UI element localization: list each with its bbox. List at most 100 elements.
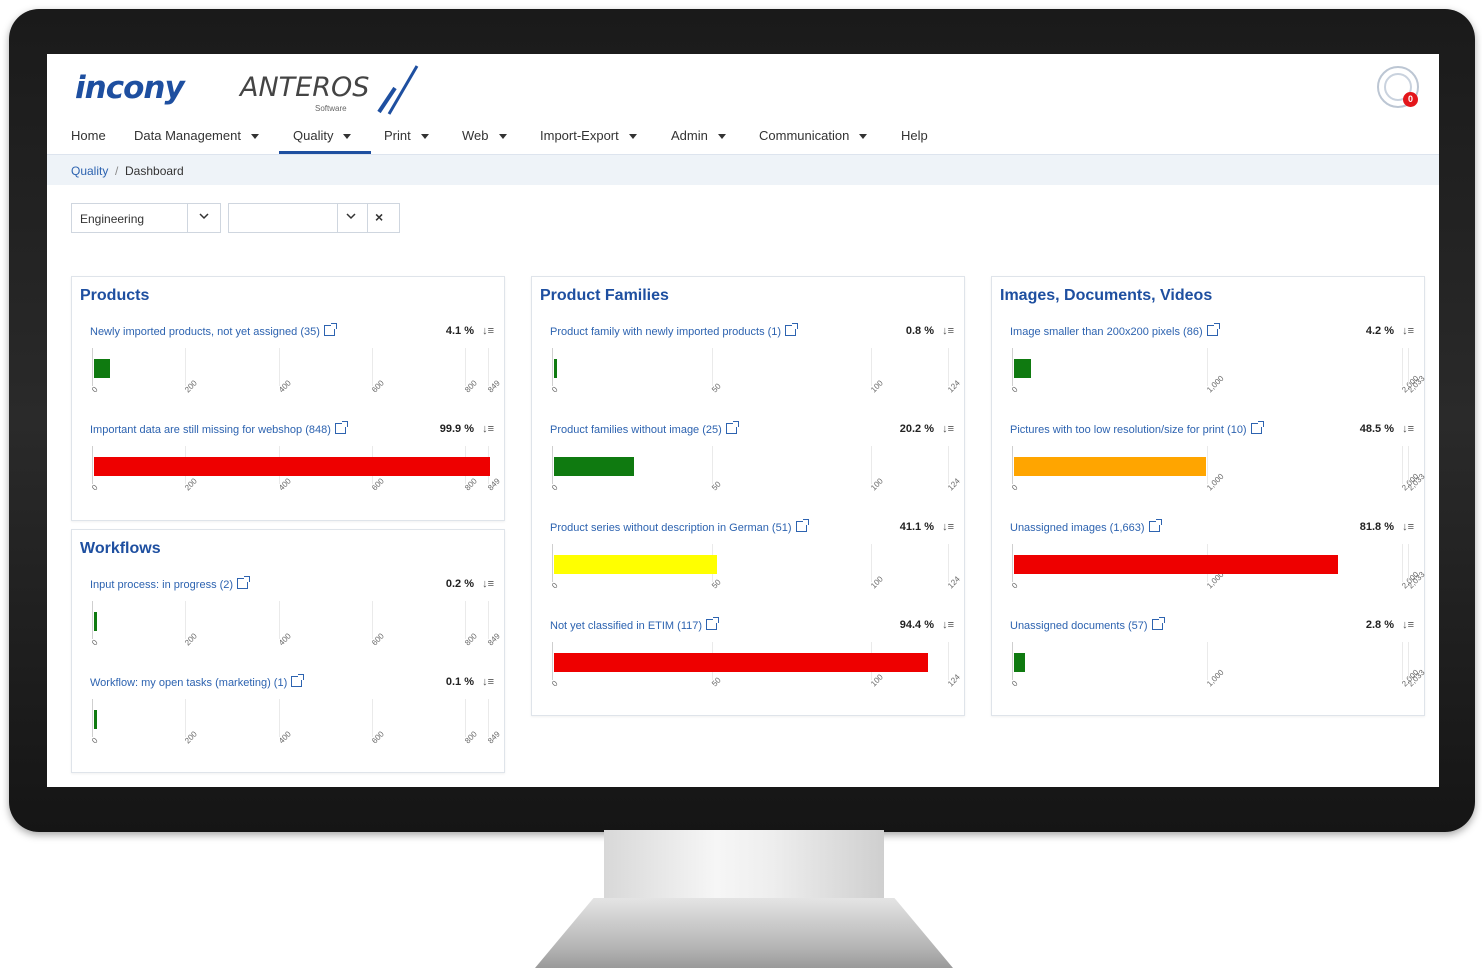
nav-home[interactable]: Home — [71, 128, 106, 143]
data-bar[interactable] — [94, 710, 97, 729]
axis-line — [92, 348, 93, 386]
sort-icon[interactable]: ↓≡ — [482, 578, 494, 590]
metric-link[interactable]: Pictures with too low resolution/size fo… — [1010, 421, 1264, 436]
select-divider — [367, 204, 368, 232]
breadcrumb-quality-link[interactable]: Quality — [71, 164, 108, 178]
external-link-icon[interactable] — [706, 617, 720, 630]
sort-icon[interactable]: ↓≡ — [942, 325, 954, 337]
sort-icon[interactable]: ↓≡ — [1402, 619, 1414, 631]
notification-badge[interactable]: 0 — [1403, 92, 1418, 107]
metric-percentage: 48.5 % — [1359, 423, 1394, 435]
sort-icon[interactable]: ↓≡ — [1402, 325, 1414, 337]
data-bar[interactable] — [554, 653, 928, 672]
sort-icon[interactable]: ↓≡ — [1402, 423, 1414, 435]
external-link-icon[interactable] — [725, 421, 739, 434]
gridline — [1402, 544, 1403, 582]
nav-data-management[interactable]: Data Management — [134, 128, 259, 143]
metric-link[interactable]: Newly imported products, not yet assigne… — [90, 323, 337, 338]
axis-line — [552, 348, 553, 386]
metric-link[interactable]: Image smaller than 200x200 pixels (86) — [1010, 323, 1220, 338]
gridline — [948, 348, 949, 386]
metric-label: Product families without image (25) — [550, 424, 722, 436]
metric-link[interactable]: Input process: in progress (2) — [90, 576, 251, 591]
metric-link[interactable]: Product series without description in Ge… — [550, 519, 809, 534]
external-link-icon[interactable] — [1206, 323, 1220, 336]
nav-quality[interactable]: Quality — [293, 128, 352, 143]
select-divider — [337, 204, 338, 232]
external-link-icon[interactable] — [237, 576, 251, 589]
axis-tick-label: 2,033 — [1406, 569, 1427, 591]
metric-row: Newly imported products, not yet assigne… — [72, 323, 504, 423]
external-link-icon[interactable] — [1250, 421, 1264, 434]
data-bar[interactable] — [554, 555, 717, 574]
secondary-select[interactable]: × — [228, 203, 400, 233]
nav-import-export[interactable]: Import-Export — [540, 128, 637, 143]
metric-link[interactable]: Unassigned documents (57) — [1010, 617, 1165, 632]
nav-print[interactable]: Print — [384, 128, 429, 143]
gridline — [465, 348, 466, 386]
metric-link[interactable]: Not yet classified in ETIM (117) — [550, 617, 720, 632]
data-bar[interactable] — [1014, 457, 1206, 476]
axis-tick-label: 0 — [1010, 384, 1020, 395]
external-link-icon[interactable] — [1148, 519, 1162, 532]
department-select[interactable]: Engineering — [71, 203, 221, 233]
sort-icon[interactable]: ↓≡ — [942, 619, 954, 631]
metric-row: Not yet classified in ETIM (117) 94.4 % ↓≡… — [532, 617, 964, 717]
data-bar[interactable] — [94, 359, 110, 378]
data-bar[interactable] — [1014, 653, 1025, 672]
external-link-icon[interactable] — [785, 323, 799, 336]
data-bar[interactable] — [94, 457, 490, 476]
metric-row: Unassigned documents (57) 2.8 % ↓≡ 0 1,000 2,… — [992, 617, 1427, 717]
axis-tick-label: 1,000 — [1205, 373, 1226, 395]
sort-icon[interactable]: ↓≡ — [942, 423, 954, 435]
metric-link[interactable]: Important data are still missing for web… — [90, 421, 348, 436]
gridline — [185, 601, 186, 639]
metric-link[interactable]: Unassigned images (1,663) — [1010, 519, 1162, 534]
axis-tick-label: 2,033 — [1406, 471, 1427, 493]
nav-web[interactable]: Web — [462, 128, 507, 143]
axis-line — [1012, 446, 1013, 484]
external-link-icon[interactable] — [334, 421, 348, 434]
gridline — [372, 699, 373, 737]
metric-percentage: 94.4 % — [899, 619, 934, 631]
chevron-down-icon[interactable] — [346, 211, 356, 221]
metric-row: Pictures with too low resolution/size fo… — [992, 421, 1427, 521]
metric-label: Product series without description in Ge… — [550, 522, 792, 534]
external-link-icon[interactable] — [795, 519, 809, 532]
axis-line — [92, 699, 93, 737]
axis-line — [92, 601, 93, 639]
data-bar[interactable] — [1014, 555, 1338, 574]
metric-link[interactable]: Product families without image (25) — [550, 421, 739, 436]
sort-icon[interactable]: ↓≡ — [482, 676, 494, 688]
sort-icon[interactable]: ↓≡ — [482, 423, 494, 435]
metric-link[interactable]: Product family with newly imported produ… — [550, 323, 799, 338]
nav-help[interactable]: Help — [901, 128, 928, 143]
data-bar[interactable] — [1014, 359, 1031, 378]
department-select-value: Engineering — [80, 212, 145, 226]
external-link-icon[interactable] — [1151, 617, 1165, 630]
bar-chart: 0 200 400 600 800 849 — [90, 699, 502, 759]
nav-communication[interactable]: Communication — [759, 128, 868, 143]
data-bar[interactable] — [554, 359, 557, 378]
data-bar[interactable] — [94, 612, 97, 631]
sort-icon[interactable]: ↓≡ — [482, 325, 494, 337]
caret-down-icon — [859, 134, 868, 140]
nav-admin[interactable]: Admin — [671, 128, 726, 143]
workflows-panel: Workflows Input process: in progress (2)… — [71, 529, 505, 773]
metric-label: Unassigned images (1,663) — [1010, 522, 1145, 534]
gridline — [279, 601, 280, 639]
clear-icon[interactable]: × — [375, 209, 383, 225]
metric-link[interactable]: Workflow: my open tasks (marketing) (1) — [90, 674, 305, 689]
bar-chart: 0 50 100 124 — [550, 348, 962, 408]
sort-icon[interactable]: ↓≡ — [1402, 521, 1414, 533]
monitor-stand-foot — [535, 898, 953, 968]
external-link-icon[interactable] — [323, 323, 337, 336]
gridline — [1207, 348, 1208, 386]
gridline — [465, 699, 466, 737]
sort-icon[interactable]: ↓≡ — [942, 521, 954, 533]
axis-tick-label: 0 — [1010, 482, 1020, 493]
data-bar[interactable] — [554, 457, 634, 476]
axis-tick-label: 0 — [550, 482, 560, 493]
axis-tick-label: 0 — [90, 637, 100, 648]
external-link-icon[interactable] — [291, 674, 305, 687]
